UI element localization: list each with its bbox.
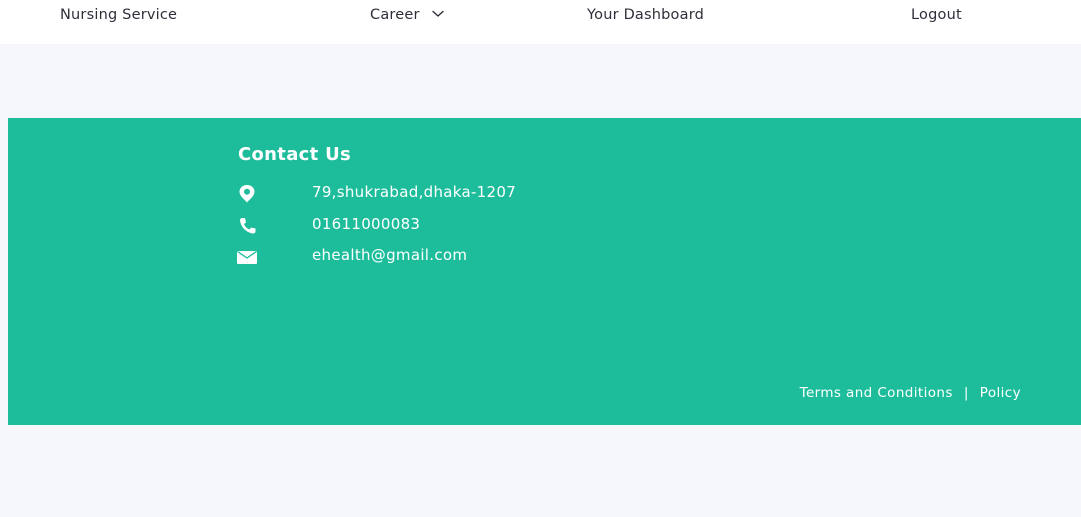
site-footer: Contact Us 79,shukrabad,dhaka-1207 01611… bbox=[8, 118, 1081, 425]
contact-email-row: ehealth@gmail.com bbox=[236, 246, 836, 268]
top-nav: Nursing Service Career Your Dashboard Lo… bbox=[0, 0, 1081, 44]
contact-phone: 01611000083 bbox=[312, 215, 421, 233]
nav-career-label: Career bbox=[370, 7, 420, 23]
nav-link-your-dashboard[interactable]: Your Dashboard bbox=[587, 7, 704, 23]
contact-phone-row: 01611000083 bbox=[236, 215, 836, 237]
nav-link-nursing-service[interactable]: Nursing Service bbox=[60, 7, 177, 23]
phone-icon bbox=[236, 216, 258, 236]
terms-and-conditions-link[interactable]: Terms and Conditions bbox=[800, 385, 953, 401]
map-pin-icon bbox=[236, 184, 258, 204]
contact-address-row: 79,shukrabad,dhaka-1207 bbox=[236, 183, 836, 205]
contact-email: ehealth@gmail.com bbox=[312, 246, 468, 264]
nav-link-logout[interactable]: Logout bbox=[911, 7, 962, 23]
contact-us-heading: Contact Us bbox=[238, 144, 352, 165]
nav-dropdown-career[interactable]: Career bbox=[370, 6, 445, 23]
policy-link[interactable]: Policy bbox=[980, 385, 1021, 401]
footer-legal-links: Terms and Conditions | Policy bbox=[800, 385, 1021, 401]
envelope-icon bbox=[236, 247, 258, 267]
legal-separator: | bbox=[963, 385, 969, 401]
contact-address: 79,shukrabad,dhaka-1207 bbox=[312, 183, 517, 201]
chevron-down-icon bbox=[432, 6, 445, 22]
